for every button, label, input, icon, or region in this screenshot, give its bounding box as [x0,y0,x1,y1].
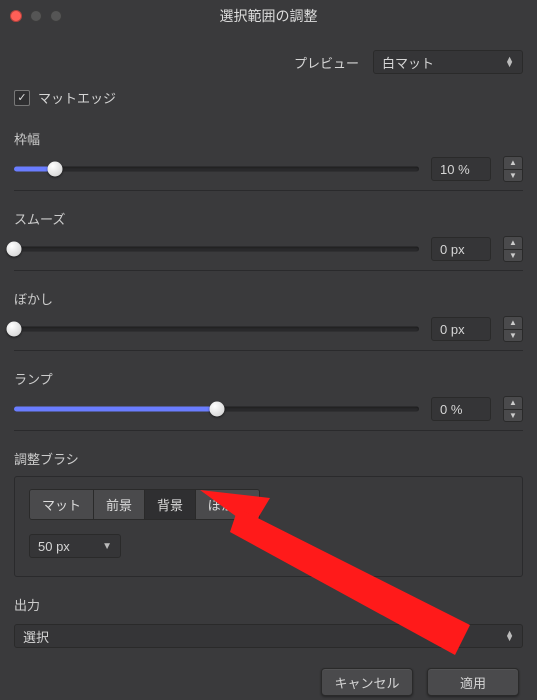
step-down-icon[interactable]: ▼ [504,410,522,422]
brush-mode-fore[interactable]: 前景 [94,490,145,519]
brush-mode-segment: マット 前景 背景 ぼかし [29,489,260,520]
brush-panel: マット 前景 背景 ぼかし 50 px ▼ [14,476,523,577]
brush-mode-matte[interactable]: マット [30,490,94,519]
brush-size-select[interactable]: 50 px ▼ [29,534,121,558]
brush-mode-back[interactable]: 背景 [145,490,196,519]
preview-select[interactable]: 白マット ▲▼ [373,50,523,74]
brush-label: 調整ブラシ [14,449,523,468]
step-up-icon[interactable]: ▲ [504,397,522,410]
window-controls [10,10,62,22]
smooth-slider[interactable] [14,239,419,259]
smooth-stepper[interactable]: ▲▼ [503,236,523,262]
preview-row: プレビュー 白マット ▲▼ [14,50,523,74]
step-up-icon[interactable]: ▲ [504,317,522,330]
chevron-updown-icon: ▲▼ [505,631,514,641]
cancel-button[interactable]: キャンセル [321,668,413,696]
matte-edge-row: ✓ マットエッジ [14,88,523,107]
step-down-icon[interactable]: ▼ [504,330,522,342]
blur-slider[interactable] [14,319,419,339]
ramp-stepper[interactable]: ▲▼ [503,396,523,422]
output-label: 出力 [14,595,523,614]
blur-label: ぼかし [14,289,523,308]
width-value[interactable]: 10 % [431,157,491,181]
matte-edge-checkbox[interactable]: ✓ [14,90,30,106]
chevron-updown-icon: ▲▼ [505,57,514,67]
step-down-icon[interactable]: ▼ [504,250,522,262]
preview-value: 白マット [382,53,434,72]
width-slider[interactable] [14,159,419,179]
matte-edge-label: マットエッジ [38,88,116,107]
close-icon[interactable] [10,10,22,22]
output-value: 選択 [23,627,49,646]
ramp-slider[interactable] [14,399,419,419]
width-label: 枠幅 [14,129,523,148]
blur-value[interactable]: 0 px [431,317,491,341]
footer-buttons: キャンセル 適用 [0,668,537,696]
step-up-icon[interactable]: ▲ [504,237,522,250]
step-up-icon[interactable]: ▲ [504,157,522,170]
titlebar: 選択範囲の調整 [0,0,537,32]
blur-stepper[interactable]: ▲▼ [503,316,523,342]
apply-button[interactable]: 適用 [427,668,519,696]
preview-label: プレビュー [294,53,359,72]
width-stepper[interactable]: ▲▼ [503,156,523,182]
zoom-icon[interactable] [50,10,62,22]
window-title: 選択範囲の調整 [10,6,527,26]
output-select[interactable]: 選択 ▲▼ [14,624,523,648]
brush-size-value: 50 px [38,539,70,554]
ramp-value[interactable]: 0 % [431,397,491,421]
minimize-icon[interactable] [30,10,42,22]
chevron-down-icon: ▼ [102,541,112,552]
brush-mode-blur[interactable]: ぼかし [196,490,259,519]
ramp-label: ランプ [14,369,523,388]
refine-selection-dialog: 選択範囲の調整 プレビュー 白マット ▲▼ ✓ マットエッジ 枠幅 10 % ▲… [0,0,537,700]
step-down-icon[interactable]: ▼ [504,170,522,182]
smooth-value[interactable]: 0 px [431,237,491,261]
smooth-label: スムーズ [14,209,523,228]
